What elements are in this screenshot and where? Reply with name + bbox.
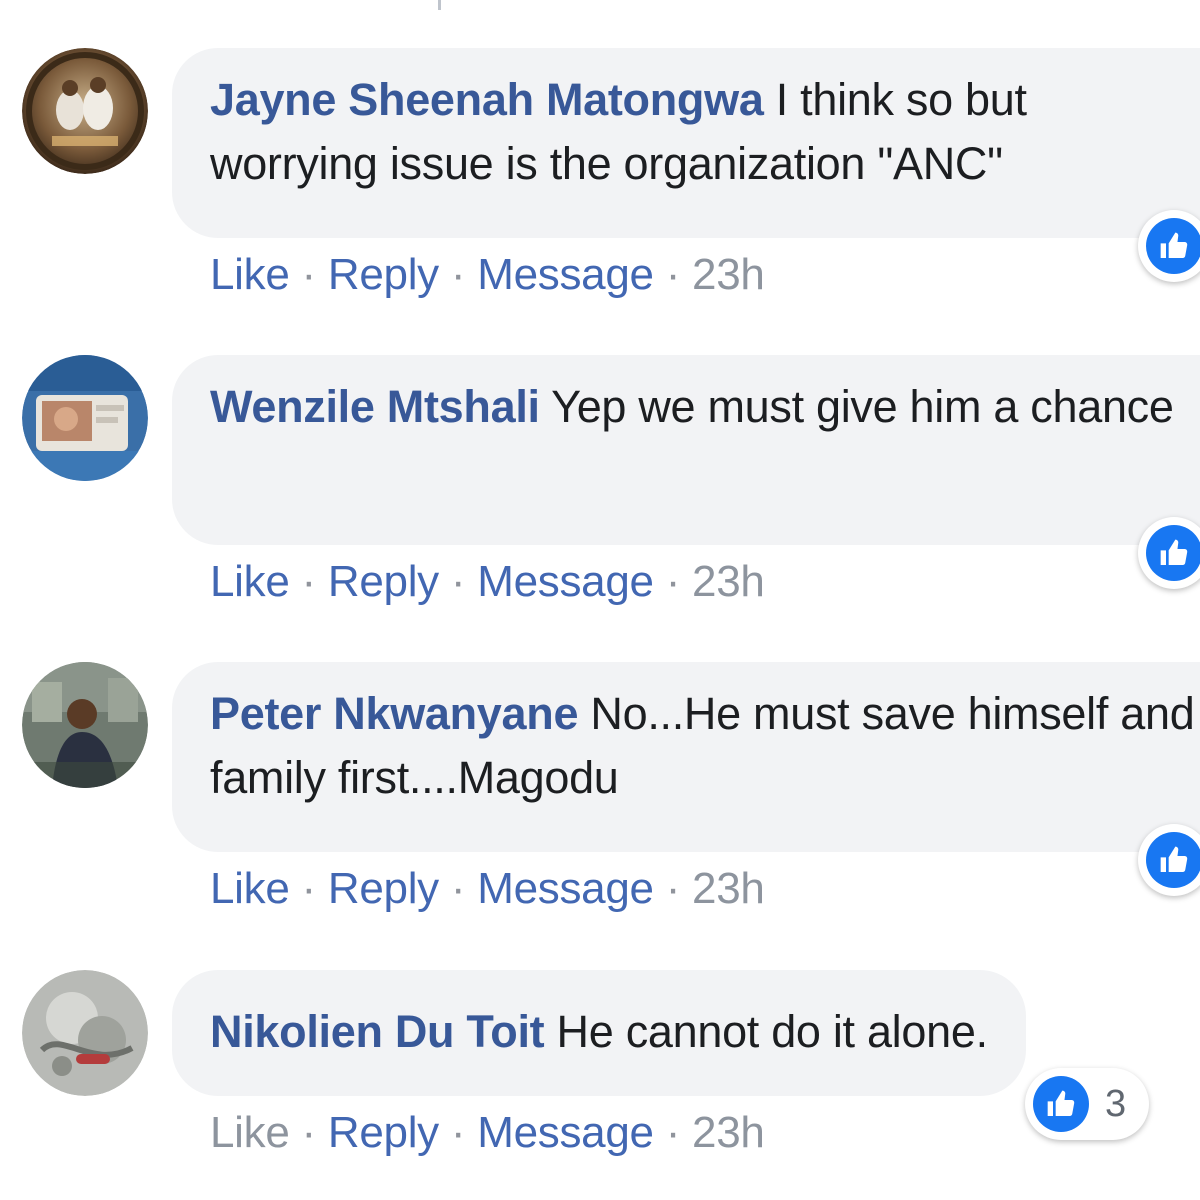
message-link[interactable]: Message [477, 1108, 654, 1157]
reaction-count-badge[interactable]: 3 [1025, 1068, 1149, 1140]
avatar[interactable] [22, 355, 148, 481]
separator: · [301, 864, 317, 913]
separator: · [450, 557, 466, 606]
comment-bubble: Wenzile Mtshali Yep we must give him a c… [172, 355, 1200, 545]
separator: · [301, 1108, 317, 1157]
timestamp[interactable]: 23h [692, 1108, 765, 1157]
message-link[interactable]: Message [477, 557, 654, 606]
comment-text: Yep we must give him a chance [539, 381, 1174, 432]
comment-actions: Like · Reply · Message · 23h [210, 557, 765, 607]
separator: · [450, 250, 466, 299]
thumbs-up-icon [1033, 1076, 1089, 1132]
avatar[interactable] [22, 970, 148, 1096]
thumbs-up-icon [1146, 218, 1200, 274]
separator: · [450, 864, 466, 913]
comment-bubble: Peter Nkwanyane No...He must save himsel… [172, 662, 1200, 852]
comment-bubble: Nikolien Du Toit He cannot do it alone. [172, 970, 1026, 1096]
like-link[interactable]: Like [210, 557, 290, 606]
thumbs-up-icon [1146, 525, 1200, 581]
separator: · [301, 557, 317, 606]
separator: · [665, 557, 681, 606]
comment-bubble: Jayne Sheenah Matongwa I think so but wo… [172, 48, 1200, 238]
separator: · [665, 1108, 681, 1157]
reaction-count: 3 [1105, 1083, 1127, 1125]
avatar[interactable] [22, 662, 148, 788]
thumbs-up-icon [1146, 832, 1200, 888]
reaction-badge[interactable] [1138, 824, 1200, 896]
comment-author[interactable]: Peter Nkwanyane [210, 688, 578, 739]
like-link[interactable]: Like [210, 864, 290, 913]
comment-actions: Like · Reply · Message · 23h [210, 250, 765, 300]
separator: · [665, 864, 681, 913]
comment-author[interactable]: Wenzile Mtshali [210, 381, 540, 432]
separator: · [450, 1108, 466, 1157]
timestamp[interactable]: 23h [692, 250, 765, 299]
profile-photo [22, 662, 148, 788]
like-link[interactable]: Like [210, 250, 290, 299]
message-link[interactable]: Message [477, 864, 654, 913]
avatar[interactable] [22, 48, 148, 174]
reply-link[interactable]: Reply [328, 250, 439, 299]
message-link[interactable]: Message [477, 250, 654, 299]
comment-author[interactable]: Jayne Sheenah Matongwa [210, 74, 764, 125]
like-link[interactable]: Like [210, 1108, 290, 1157]
separator: · [665, 250, 681, 299]
separator: · [301, 250, 317, 299]
profile-photo [22, 970, 148, 1096]
comment-actions: Like · Reply · Message · 23h [210, 1108, 765, 1158]
timestamp[interactable]: 23h [692, 557, 765, 606]
reply-link[interactable]: Reply [328, 1108, 439, 1157]
profile-photo [22, 48, 148, 174]
reaction-badge[interactable] [1138, 517, 1200, 589]
comment-actions: Like · Reply · Message · 23h [210, 864, 765, 914]
reply-link[interactable]: Reply [328, 864, 439, 913]
comment-text: He cannot do it alone. [544, 1006, 989, 1057]
comment-author[interactable]: Nikolien Du Toit [210, 1006, 545, 1057]
reply-link[interactable]: Reply [328, 557, 439, 606]
reaction-badge[interactable] [1138, 210, 1200, 282]
timestamp[interactable]: 23h [692, 864, 765, 913]
profile-photo [22, 355, 148, 481]
scroll-divider [438, 0, 441, 10]
